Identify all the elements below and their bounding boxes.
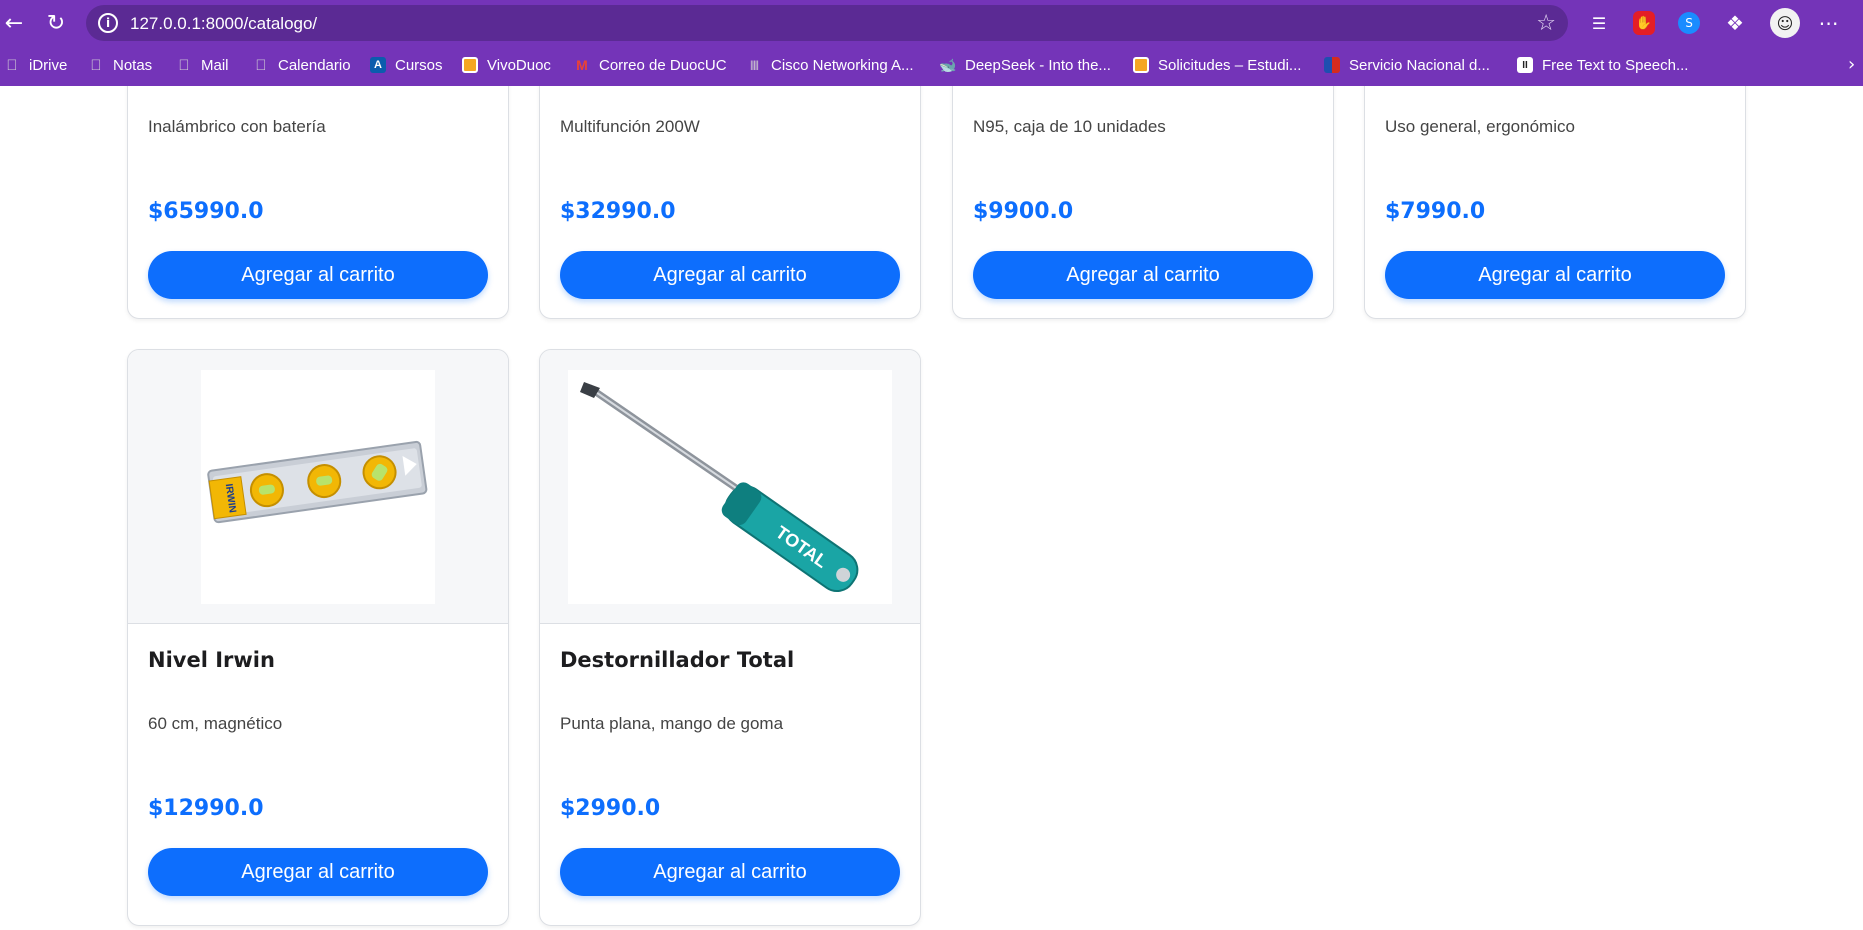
extension-shield-icon[interactable]: ☰ — [1586, 10, 1612, 36]
address-bar[interactable]: i 127.0.0.1:8000/catalogo/ ☆ — [86, 5, 1568, 41]
product-description: Punta plana, mango de goma — [560, 714, 784, 733]
product-image-destornillador-total[interactable]: TOTAL — [568, 370, 892, 604]
add-to-cart-button[interactable]: Agregar al carrito — [560, 848, 900, 896]
add-to-cart-button[interactable]: Agregar al carrito — [148, 251, 488, 299]
add-to-cart-button[interactable]: Agregar al carrito — [560, 251, 900, 299]
deepseek-icon: 🐋 — [939, 56, 957, 73]
product-price: $12990.0 — [148, 796, 264, 821]
add-to-cart-button[interactable]: Agregar al carrito — [1385, 251, 1725, 299]
product-card: Uso general, ergonómico $7990.0 Agregar … — [1364, 86, 1746, 319]
cisco-icon: ||||| — [750, 59, 759, 71]
reload-icon[interactable]: ↻ — [42, 9, 70, 37]
vivoduoc-icon — [462, 57, 478, 73]
product-card: Inalámbrico con batería $65990.0 Agregar… — [127, 86, 509, 319]
gmail-icon: M — [576, 57, 588, 73]
product-card: Multifunción 200W $32990.0 Agregar al ca… — [539, 86, 921, 319]
more-menu-icon[interactable]: ⋯ — [1816, 10, 1842, 36]
bookmark-deepseek[interactable]: 🐋 DeepSeek - Into the... — [939, 54, 1111, 76]
product-card: IRWIN Nivel Irwin 60 cm, magnético $1299… — [127, 349, 509, 926]
catalog-page: Inalámbrico con batería $65990.0 Agregar… — [0, 86, 1863, 930]
url-text[interactable]: 127.0.0.1:8000/catalogo/ — [130, 14, 317, 34]
spirit-level-icon: IRWIN — [207, 440, 428, 524]
product-image-nivel-irwin[interactable]: IRWIN — [201, 370, 435, 604]
extension-shazam-icon[interactable]: S — [1678, 12, 1700, 34]
bookmark-correo-duocuc[interactable]: M Correo de DuocUC — [574, 54, 726, 76]
flag-icon — [1324, 57, 1340, 73]
bookmark-solicitudes[interactable]: Solicitudes – Estudi... — [1133, 54, 1301, 76]
site-info-icon[interactable]: i — [98, 13, 118, 33]
profile-avatar[interactable]: ☺ — [1770, 8, 1800, 38]
bookmarks-overflow-chevron-icon[interactable]: › — [1848, 54, 1855, 75]
product-price: $2990.0 — [560, 796, 661, 821]
screwdriver-icon: TOTAL — [580, 382, 859, 593]
bookmark-free-text-to-speech[interactable]: II Free Text to Speech... — [1517, 54, 1688, 76]
bookmark-servicio-nacional[interactable]: Servicio Nacional d... — [1324, 54, 1490, 76]
apple-icon:  — [176, 57, 192, 74]
solicitudes-icon — [1133, 57, 1149, 73]
bookmarks-bar: iDrive Notas Mail Calendario ACursos… — [0, 50, 1863, 80]
product-name: Nivel Irwin — [148, 648, 275, 672]
extension-hand-icon[interactable]: ✋ — [1633, 11, 1655, 35]
bookmark-calendario[interactable]: Calendario — [253, 54, 350, 76]
bookmark-idrive[interactable]: iDrive — [4, 54, 67, 76]
bookmark-cisco[interactable]: ||||| Cisco Networking A... — [746, 54, 914, 76]
product-name: Destornillador Total — [560, 648, 795, 672]
bookmark-mail[interactable]: Mail — [176, 54, 228, 76]
back-arrow-icon[interactable]: ← — [0, 9, 28, 37]
product-description: Inalámbrico con batería — [148, 117, 326, 136]
product-image-area: IRWIN — [128, 350, 508, 624]
favorite-star-icon[interactable]: ☆ — [1536, 11, 1556, 36]
product-description: Uso general, ergonómico — [1385, 117, 1575, 136]
product-description: 60 cm, magnético — [148, 714, 283, 733]
product-price: $32990.0 — [560, 199, 676, 224]
bookmark-vivoduoc[interactable]: VivoDuoc — [462, 54, 551, 76]
apple-icon:  — [253, 57, 269, 74]
pause-icon: II — [1517, 57, 1533, 73]
bookmark-notas[interactable]: Notas — [88, 54, 152, 76]
product-description: Multifunción 200W — [560, 117, 700, 136]
product-price: $65990.0 — [148, 199, 264, 224]
product-image-area: TOTAL — [540, 350, 920, 624]
product-description: N95, caja de 10 unidades — [973, 117, 1166, 136]
product-card: TOTAL Destornillador Total Punta plana, … — [539, 349, 921, 926]
browser-toolbar: ← ↻ i 127.0.0.1:8000/catalogo/ ☆ ☰ ✋ S ❖… — [0, 0, 1863, 46]
browser-frame: ← ↻ i 127.0.0.1:8000/catalogo/ ☆ ☰ ✋ S ❖… — [0, 0, 1863, 86]
extensions-puzzle-icon[interactable]: ❖ — [1722, 10, 1748, 36]
apple-icon:  — [4, 57, 20, 74]
product-card: N95, caja de 10 unidades $9900.0 Agregar… — [952, 86, 1334, 319]
add-to-cart-button[interactable]: Agregar al carrito — [973, 251, 1313, 299]
apple-icon:  — [88, 57, 104, 74]
bookmark-cursos[interactable]: A Cursos — [370, 54, 443, 76]
cursos-icon: A — [370, 57, 386, 73]
product-price: $9900.0 — [973, 199, 1074, 224]
product-price: $7990.0 — [1385, 199, 1486, 224]
add-to-cart-button[interactable]: Agregar al carrito — [148, 848, 488, 896]
